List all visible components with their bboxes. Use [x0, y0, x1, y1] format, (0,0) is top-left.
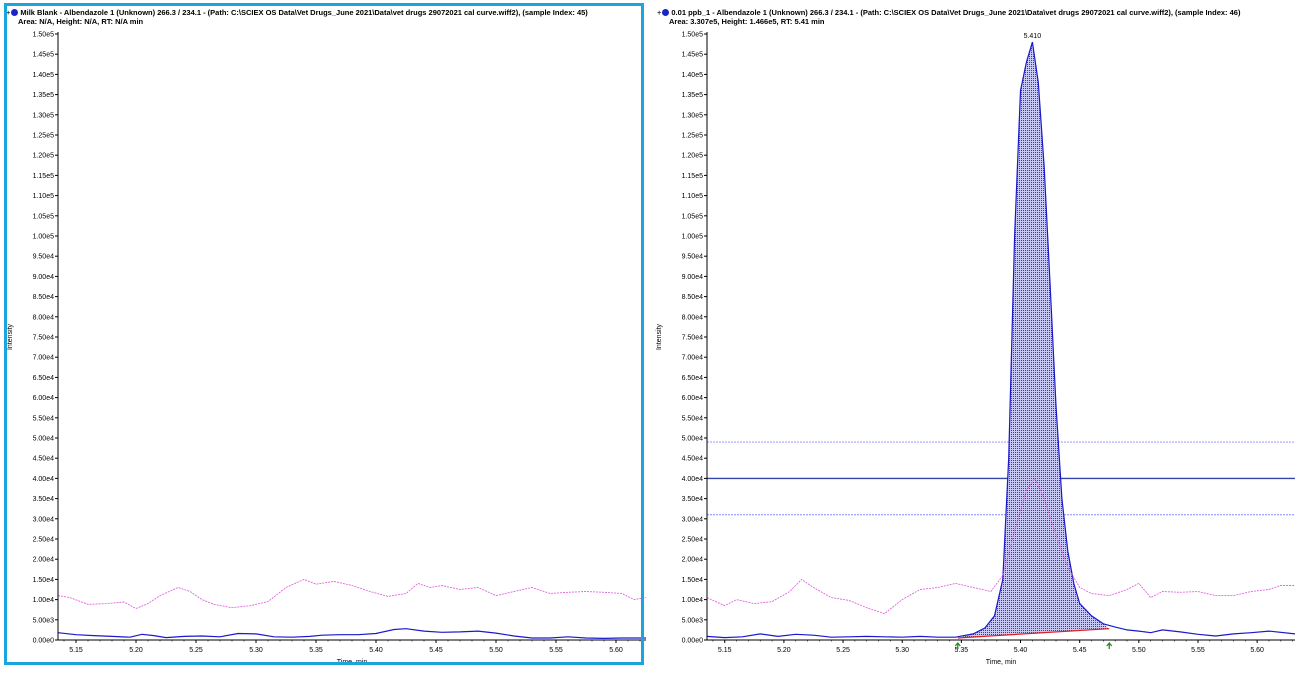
y-tick-label: 9.50e4	[33, 254, 55, 261]
y-tick-label: 1.50e4	[33, 577, 55, 584]
y-tick-label: 6.00e4	[682, 395, 704, 402]
y-tick-label: 4.00e4	[682, 476, 704, 483]
x-tick-label: 5.20	[129, 647, 143, 654]
x-tick-label: 5.40	[369, 647, 383, 654]
y-tick-label: 0.00e0	[682, 638, 704, 645]
x-tick-label: 5.55	[549, 647, 563, 654]
x-tick-label: 5.40	[1014, 647, 1028, 654]
y-tick-label: 1.00e5	[682, 234, 704, 241]
x-tick-label: 5.50	[489, 647, 503, 654]
y-tick-label: 4.50e4	[682, 456, 704, 463]
y-tick-label: 1.05e5	[682, 213, 704, 220]
y-tick-label: 3.50e4	[33, 496, 55, 503]
y-tick-label: 1.05e5	[33, 213, 55, 220]
x-tick-label: 5.25	[836, 647, 850, 654]
y-tick-label: 1.00e5	[33, 234, 55, 241]
y-tick-label: 1.35e5	[682, 92, 704, 99]
y-tick-label: 1.30e5	[33, 112, 55, 119]
integrated-peak-area	[957, 42, 1110, 638]
y-tick-label: 7.50e4	[33, 335, 55, 342]
y-tick-label: 1.25e5	[33, 133, 55, 140]
y-tick-label: 1.15e5	[682, 173, 704, 180]
x-tick-label: 5.60	[1250, 647, 1264, 654]
y-tick-label: 6.00e4	[33, 395, 55, 402]
y-tick-label: 5.00e3	[682, 617, 704, 624]
y-axis-title: Intensity	[656, 323, 663, 350]
x-tick-label: 5.35	[309, 647, 323, 654]
y-tick-label: 1.25e5	[682, 133, 704, 140]
x-tick-label: 5.15	[69, 647, 83, 654]
y-tick-label: 1.15e5	[33, 173, 55, 180]
y-tick-label: 1.00e4	[682, 597, 704, 604]
y-tick-label: 7.00e4	[33, 355, 55, 362]
y-tick-label: 5.50e4	[33, 415, 55, 422]
y-tick-label: 9.50e4	[682, 254, 704, 261]
y-tick-label: 7.50e4	[682, 335, 704, 342]
x-tick-label: 5.20	[777, 647, 791, 654]
chromatogram-trace	[57, 628, 646, 640]
y-tick-label: 1.40e5	[33, 72, 55, 79]
y-tick-label: 8.00e4	[33, 314, 55, 321]
y-tick-label: 1.00e4	[33, 597, 55, 604]
x-tick-label: 5.60	[609, 647, 623, 654]
x-tick-label: 5.30	[249, 647, 263, 654]
y-tick-label: 1.45e5	[33, 52, 55, 59]
y-tick-label: 1.50e4	[682, 577, 704, 584]
x-axis-title: Time, min	[986, 659, 1017, 666]
x-tick-label: 5.35	[955, 647, 969, 654]
y-tick-label: 1.10e5	[682, 193, 704, 200]
x-axis-title: Time, min	[337, 659, 368, 666]
x-tick-label: 5.55	[1191, 647, 1205, 654]
y-tick-label: 2.50e4	[33, 537, 55, 544]
y-tick-label: 5.00e4	[682, 436, 704, 443]
y-tick-label: 1.50e5	[682, 32, 704, 39]
y-tick-label: 6.50e4	[33, 375, 55, 382]
chromatogram-plot[interactable]: 0.00e0 5.00e3 1.00e4 1.50e4 2.00e4 2.50e4 3.00…	[0, 0, 651, 673]
x-tick-label: 5.45	[1073, 647, 1087, 654]
y-tick-label: 2.00e4	[33, 557, 55, 564]
y-tick-label: 1.20e5	[682, 153, 704, 160]
integration-marker-icon	[1106, 641, 1113, 649]
y-tick-label: 1.45e5	[682, 52, 704, 59]
y-tick-label: 2.50e4	[682, 537, 704, 544]
peak-rt-label: 5.410	[1024, 33, 1042, 40]
y-tick-label: 1.10e5	[33, 193, 55, 200]
y-tick-label: 1.30e5	[682, 112, 704, 119]
y-tick-label: 1.50e5	[33, 32, 55, 39]
y-tick-label: 1.40e5	[682, 72, 704, 79]
y-tick-label: 8.50e4	[33, 294, 55, 301]
chromatogram-plot[interactable]: 0.00e0 5.00e3 1.00e4 1.50e4 2.00e4 2.50e4 3.00…	[651, 0, 1302, 673]
x-tick-label: 5.50	[1132, 647, 1146, 654]
x-tick-label: 5.45	[429, 647, 443, 654]
chromatogram-trace	[706, 41, 1296, 639]
x-tick-label: 5.25	[189, 647, 203, 654]
chromatogram-panel-0-01-ppb[interactable]: +0.01 ppb_1 - Albendazole 1 (Unknown) 26…	[651, 0, 1302, 673]
y-tick-label: 4.50e4	[33, 456, 55, 463]
y-tick-label: 3.50e4	[682, 496, 704, 503]
x-tick-label: 5.15	[718, 647, 732, 654]
y-tick-label: 3.00e4	[682, 516, 704, 523]
y-tick-label: 5.00e4	[33, 436, 55, 443]
y-tick-label: 0.00e0	[33, 638, 55, 645]
y-tick-label: 8.00e4	[682, 314, 704, 321]
chromatogram-panel-milk-blank[interactable]: + Milk Blank - Albendazole 1 (Unknown) 26…	[0, 0, 651, 673]
y-tick-label: 9.00e4	[682, 274, 704, 281]
y-tick-label: 3.00e4	[33, 516, 55, 523]
secondary-trace	[57, 578, 647, 609]
y-tick-label: 2.00e4	[682, 557, 704, 564]
y-tick-label: 4.00e4	[33, 476, 55, 483]
y-tick-label: 6.50e4	[682, 375, 704, 382]
y-tick-label: 8.50e4	[682, 294, 704, 301]
y-tick-label: 7.00e4	[682, 355, 704, 362]
y-tick-label: 1.35e5	[33, 92, 55, 99]
y-tick-label: 5.00e3	[33, 617, 55, 624]
y-tick-label: 5.50e4	[682, 415, 704, 422]
y-tick-label: 1.20e5	[33, 153, 55, 160]
y-axis-title: Intensity	[7, 323, 14, 350]
y-tick-label: 9.00e4	[33, 274, 55, 281]
x-tick-label: 5.30	[895, 647, 909, 654]
